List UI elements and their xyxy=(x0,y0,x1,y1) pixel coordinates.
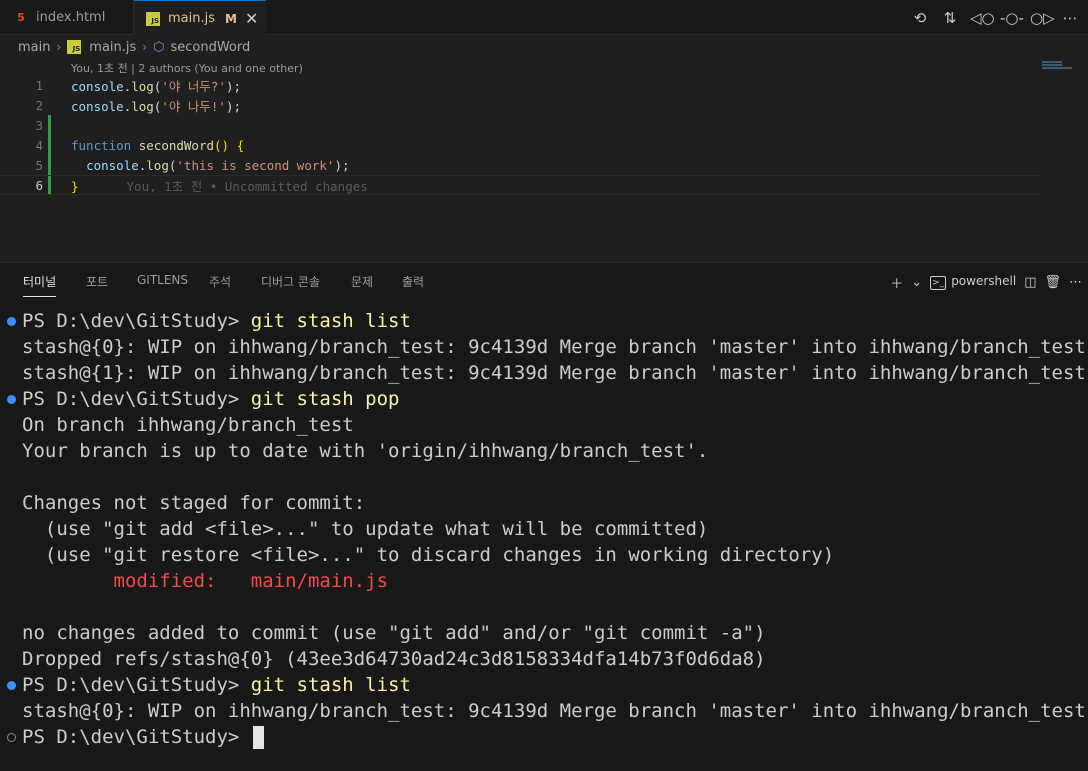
terminal-line: PS D:\dev\GitStudy> git stash pop xyxy=(22,388,400,410)
breadcrumb: main › JS main.js › ⬡ secondWord xyxy=(0,36,250,58)
js-icon: JS xyxy=(146,11,160,26)
line-number: 6 xyxy=(35,177,43,193)
plus-icon[interactable]: ＋ xyxy=(890,273,903,292)
terminal-line: Dropped refs/stash@{0} (43ee3d64730ad24c… xyxy=(22,648,766,670)
git-commit-icon[interactable]: -○- xyxy=(1000,9,1024,27)
terminal-line: modified: main/main.js xyxy=(22,570,389,592)
chevron-right-icon: › xyxy=(142,40,148,54)
code-line: 1 console.log('야 너두?'); xyxy=(0,75,1040,95)
trash-icon[interactable]: 🗑 xyxy=(1044,275,1061,290)
git-commit-prev-icon[interactable]: ◁○ xyxy=(970,9,995,27)
terminal-line: PS D:\dev\GitStudy> git stash list xyxy=(22,310,411,332)
terminal-line: no changes added to commit (use "git add… xyxy=(22,622,766,644)
tab-label: main.js xyxy=(168,11,215,26)
more-icon[interactable]: ⋯ xyxy=(1069,275,1082,290)
terminal-line: Your branch is up to date with 'origin/i… xyxy=(22,440,709,462)
git-commit-next-icon[interactable]: ○▷ xyxy=(1030,9,1055,27)
tab-terminal[interactable]: 터미널 xyxy=(23,273,57,297)
line-number: 4 xyxy=(35,137,43,153)
tab-main-js[interactable]: JS main.js M ✕ xyxy=(134,0,266,36)
code-line-current: 6 } You, 1초 전 • Uncommitted changes xyxy=(0,175,1040,195)
code-line: 4 function secondWord() { xyxy=(0,135,1040,155)
compare-changes-icon[interactable]: ⇅ xyxy=(940,9,960,27)
breadcrumb-folder[interactable]: main xyxy=(18,40,50,55)
tab-ports[interactable]: 포트 xyxy=(86,273,108,297)
line-number: 3 xyxy=(35,117,43,133)
editor-tab-bar: 5 index.html JS main.js M ✕ ⟲ ⇅ ◁○ -○- ○… xyxy=(0,0,1088,36)
code-line: 3 xyxy=(0,115,1040,135)
tab-gitlens[interactable]: GITLENS xyxy=(137,273,188,297)
terminal-line: stash@{0}: WIP on ihhwang/branch_test: 9… xyxy=(22,336,1086,358)
html5-icon: 5 xyxy=(17,11,25,24)
split-terminal-icon[interactable]: ◫ xyxy=(1024,275,1036,290)
tab-debug-console[interactable]: 디버그 콘솔 xyxy=(261,273,320,297)
terminal-line: (use "git restore <file>..." to discard … xyxy=(22,544,835,566)
panel-actions: ＋ ⌄ >_ powershell ◫ 🗑 ⋯ xyxy=(890,269,1088,295)
terminal-line: Changes not staged for commit: xyxy=(22,492,366,514)
code-line: 2 console.log('야 나두!'); xyxy=(0,95,1040,115)
terminal-line: On branch ihhwang/branch_test xyxy=(22,414,354,436)
command-decoration[interactable] xyxy=(7,317,16,326)
tab-index-html[interactable]: 5 index.html xyxy=(0,0,134,35)
terminal-profile[interactable]: >_ powershell xyxy=(930,274,1016,290)
terminal-line: stash@{1}: WIP on ihhwang/branch_test: 9… xyxy=(22,362,1086,384)
chevron-right-icon: › xyxy=(56,40,62,54)
symbol-method-icon: ⬡ xyxy=(153,39,165,55)
tab-output[interactable]: 출력 xyxy=(402,273,424,297)
close-icon[interactable]: ✕ xyxy=(245,9,258,28)
line-number: 5 xyxy=(35,157,43,173)
history-icon[interactable]: ⟲ xyxy=(910,9,930,27)
command-decoration[interactable] xyxy=(7,395,16,404)
line-number: 2 xyxy=(35,97,43,113)
more-icon[interactable]: ⋯ xyxy=(1060,9,1080,27)
tab-comments[interactable]: 주석 xyxy=(209,273,231,297)
breadcrumb-symbol[interactable]: secondWord xyxy=(170,40,250,55)
breadcrumb-file[interactable]: main.js xyxy=(89,40,136,55)
code-editor[interactable]: 1 console.log('야 너두?'); 2 console.log('야… xyxy=(0,75,1088,260)
terminal-panel: 터미널 포트 GITLENS 주석 디버그 콘솔 문제 출력 ＋ ⌄ >_ pow… xyxy=(0,262,1088,771)
line-number: 1 xyxy=(35,77,43,93)
command-decoration[interactable] xyxy=(7,681,16,690)
terminal-icon: >_ xyxy=(930,276,947,290)
terminal-prompt-line[interactable]: PS D:\dev\GitStudy> xyxy=(22,724,264,750)
gitlens-blame-header[interactable]: You, 1초 전 | 2 authors (You and one other… xyxy=(71,60,303,76)
tab-label: index.html xyxy=(36,10,106,25)
editor-actions: ⟲ ⇅ ◁○ -○- ○▷ ⋯ xyxy=(910,0,1088,35)
modified-badge: M xyxy=(225,11,237,26)
terminal-line: PS D:\dev\GitStudy> git stash list xyxy=(22,674,411,696)
minimap[interactable] xyxy=(1042,61,1088,73)
inline-blame: You, 1초 전 • Uncommitted changes xyxy=(126,178,368,194)
terminal-line: stash@{0}: WIP on ihhwang/branch_test: 9… xyxy=(22,700,1086,722)
command-decoration[interactable] xyxy=(7,733,16,742)
chevron-down-icon[interactable]: ⌄ xyxy=(911,275,922,290)
js-icon: JS xyxy=(67,40,82,54)
code-line: 5 console.log('this is second work'); xyxy=(0,155,1040,175)
tab-problems[interactable]: 문제 xyxy=(351,273,373,297)
terminal-line: (use "git add <file>..." to update what … xyxy=(22,518,709,540)
terminal-cursor xyxy=(252,726,264,749)
